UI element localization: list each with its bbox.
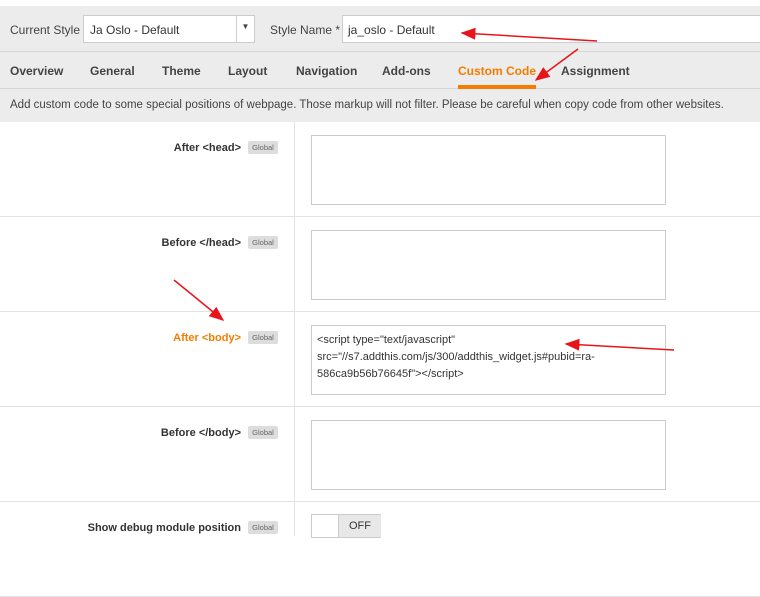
current-style-label: Current Style xyxy=(10,23,81,37)
style-name-input[interactable]: ja_oslo - Default xyxy=(342,15,760,43)
debug-module-row: Show debug module position Global OFF xyxy=(0,502,760,597)
tab-theme[interactable]: Theme xyxy=(162,64,201,78)
field-label: After <head> xyxy=(173,142,241,154)
after-head-textarea[interactable] xyxy=(311,135,666,205)
global-badge: Global xyxy=(248,141,278,154)
after-body-textarea[interactable]: <script type="text/javascript" src="//s7… xyxy=(311,325,666,395)
style-header: Current Style Ja Oslo - Default ▼ Style N… xyxy=(0,6,760,52)
after-head-row: After <head> Global xyxy=(0,122,760,217)
tab-description: Add custom code to some special position… xyxy=(0,89,760,122)
global-badge: Global xyxy=(248,331,278,344)
before-head-close-row: Before </head> Global xyxy=(0,217,760,312)
global-badge: Global xyxy=(248,426,278,439)
tab-custom-code[interactable]: Custom Code xyxy=(458,64,536,89)
tab-overview[interactable]: Overview xyxy=(10,64,63,78)
current-style-value: Ja Oslo - Default xyxy=(90,23,180,37)
chevron-down-icon[interactable]: ▼ xyxy=(236,16,254,42)
debug-module-toggle[interactable]: OFF xyxy=(311,514,381,538)
global-badge: Global xyxy=(248,521,278,534)
toggle-state: OFF xyxy=(338,515,381,537)
before-body-close-row: Before </body> Global xyxy=(0,407,760,502)
tab-general[interactable]: General xyxy=(90,64,135,78)
field-label: Show debug module position xyxy=(87,522,241,534)
field-label: Before </head> xyxy=(161,237,241,249)
current-style-select[interactable]: Ja Oslo - Default ▼ xyxy=(83,15,255,43)
before-body-close-textarea[interactable] xyxy=(311,420,666,490)
field-label: After <body> xyxy=(173,332,241,344)
tab-assignment[interactable]: Assignment xyxy=(561,64,630,78)
style-name-label: Style Name * xyxy=(270,23,341,37)
tab-layout[interactable]: Layout xyxy=(228,64,267,78)
field-label: Before </body> xyxy=(160,427,241,439)
after-body-row: After <body> Global <script type="text/j… xyxy=(0,312,760,407)
tab-bar: Overview General Theme Layout Navigation… xyxy=(0,52,760,89)
tab-navigation[interactable]: Navigation xyxy=(296,64,357,78)
global-badge: Global xyxy=(248,236,278,249)
tab-add-ons[interactable]: Add-ons xyxy=(382,64,431,78)
before-head-close-textarea[interactable] xyxy=(311,230,666,300)
